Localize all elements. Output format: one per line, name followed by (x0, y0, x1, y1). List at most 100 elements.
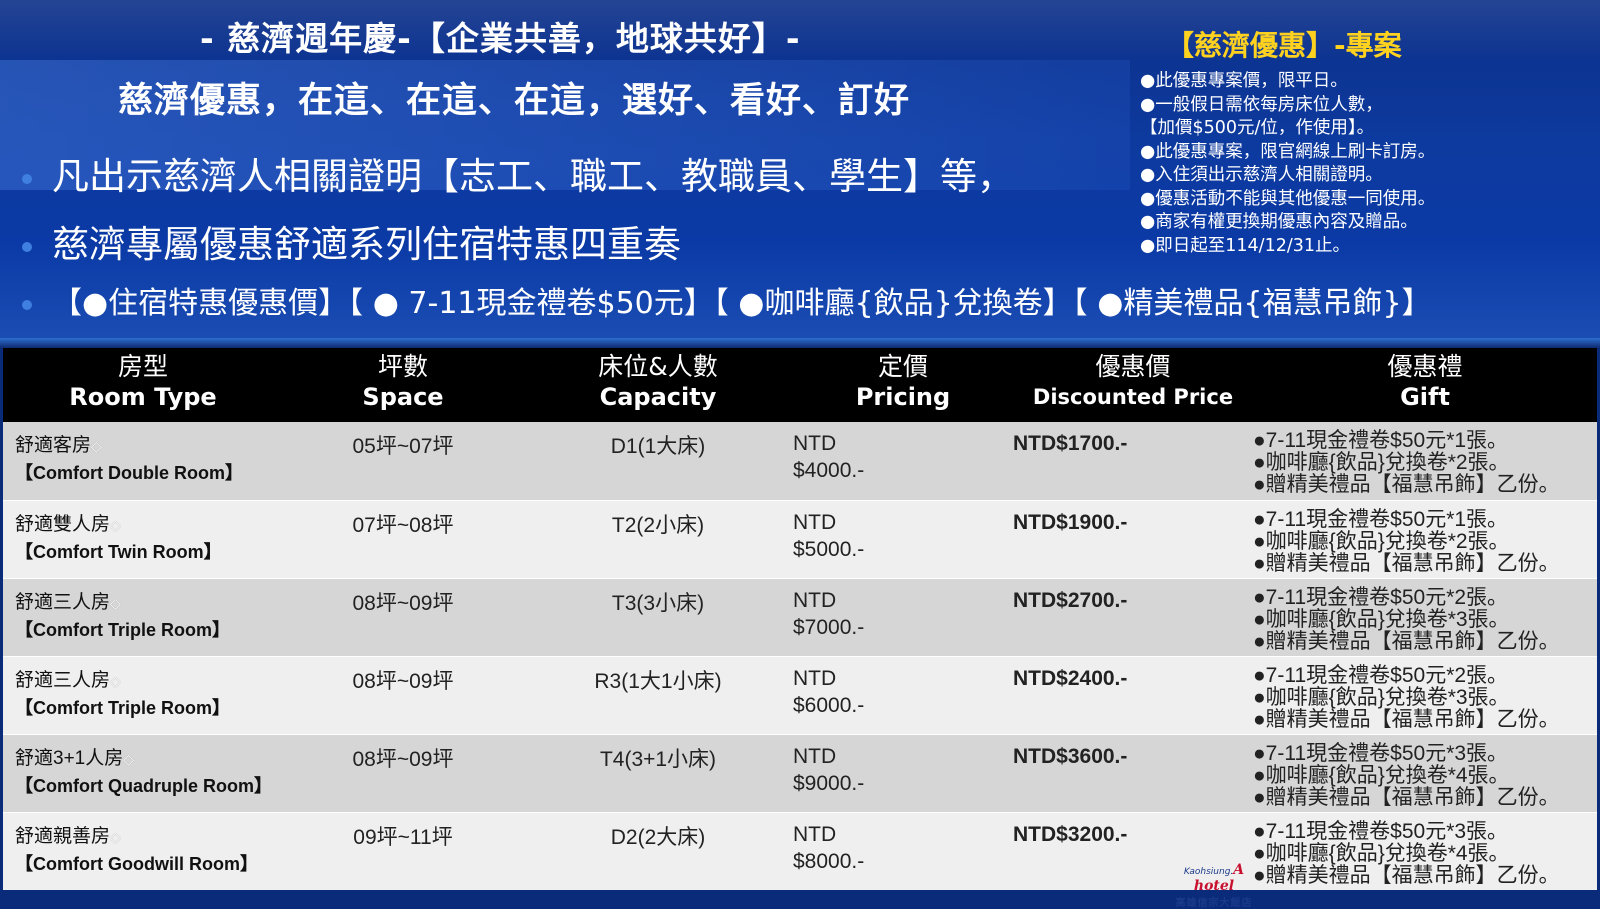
room-name-zh: 舒適雙人房◇ (15, 513, 121, 535)
price-currency: NTD (793, 588, 837, 612)
gift-item: ●7-11現金禮卷$50元*3張。 (1253, 819, 1509, 843)
offer-item: ●優惠活動不能與其他優惠一同使用。 (1140, 188, 1436, 209)
price-currency: NTD (793, 510, 837, 534)
header-discounted-price: 優惠價 Discounted Price (1032, 352, 1234, 409)
gift-cell: ●7-11現金禮卷$50元*2張。 ●咖啡廳{飲品}兌換卷*3張。 ●贈精美禮品【福… (1253, 655, 1597, 734)
table-header-row: 房型 Room Type 坪數 Space 床位&人數 Capacity 定價 Pric… (3, 348, 1597, 422)
diamond-icon: ◇ (110, 672, 121, 689)
room-name-zh: 舒適客房◇ (15, 435, 102, 456)
promo-line-3: 【●住宿特惠優惠價】【 ● 7-11現金禮卷$50元】【 ●咖啡廳{飲品}兌換卷… (0, 278, 1432, 322)
room-type-cell: 舒適親善房◇ 【Comfort Goodwill Room】 (3, 811, 283, 890)
hotel-logo: Kaohsiung.A hotel 高雄信宗大飯店 (1162, 862, 1266, 909)
gift-item: ●7-11現金禮卷$50元*2張。 (1253, 585, 1509, 609)
offer-item: 【加價$500元/位，作使用】。 (1140, 118, 1375, 138)
pricing-cell: NTD $7000.- (793, 577, 1013, 656)
discount-cell: NTD$2700.- (1013, 577, 1253, 656)
gift-item: ●咖啡廳{飲品}兌換卷*3張。 (1253, 607, 1510, 631)
gift-item: ●咖啡廳{飲品}兌換卷*4張。 (1253, 841, 1510, 865)
pricing-cell: NTD $9000.- (793, 733, 1013, 812)
space-cell: 08坪~09坪 (283, 733, 523, 812)
offer-item: ●商家有權更換期優惠內容及贈品。 (1140, 212, 1418, 232)
gift-item: ●7-11現金禮卷$50元*1張。 (1253, 429, 1509, 452)
diamond-icon: ◇ (110, 594, 121, 611)
room-type-cell: 舒適3+1人房◇ 【Comfort Quadruple Room】 (3, 733, 283, 812)
bullet-dot-icon (22, 173, 32, 184)
table-row: 舒適三人房◇ 【Comfort Triple Room】 08坪~09坪 T3(3小床… (3, 577, 1597, 656)
header-gift: 優惠禮 Gift (1387, 352, 1463, 411)
gift-item: ●贈精美禮品【福慧吊飾】乙份。 (1253, 473, 1560, 496)
room-rate-table: 房型 Room Type 坪數 Space 床位&人數 Capacity 定價 Pric… (3, 348, 1597, 890)
promo-line-2: 慈濟專屬優惠舒適系列住宿特惠四重奏 (0, 214, 681, 268)
gift-item: ●贈精美禮品【福慧吊飾】乙份。 (1253, 707, 1560, 731)
table-row: 舒適客房◇ 【Comfort Double Room】 05坪~07坪 D1(1大床)… (3, 422, 1597, 500)
offer-item: ●此優惠專案，限官網線上刷卡訂房。 (1140, 141, 1436, 162)
price-value: $7000.- (793, 615, 865, 639)
banner-edge (0, 338, 1600, 348)
table-row: 舒適三人房◇ 【Comfort Triple Room】 08坪~09坪 R3(1大1… (3, 655, 1597, 734)
capacity-cell: D2(2大床) (523, 811, 793, 890)
pricing-cell: NTD $4000.- (793, 422, 1013, 500)
capacity-cell: T2(2小床) (523, 499, 793, 578)
room-name-zh: 舒適三人房◇ (15, 669, 121, 691)
gift-cell: ●7-11現金禮卷$50元*1張。 ●咖啡廳{飲品}兌換卷*2張。 ●贈精美禮品【福… (1253, 499, 1597, 578)
room-type-cell: 舒適雙人房◇ 【Comfort Twin Room】 (3, 499, 283, 578)
gift-item: ●7-11現金禮卷$50元*3張。 (1253, 741, 1509, 765)
room-name-zh: 舒適親善房◇ (15, 825, 121, 847)
price-currency: NTD (793, 822, 837, 846)
promo-banner: - 慈濟週年慶-【企業共善，地球共好】- 慈濟優惠，在這、在這、在這，選好、看好… (0, 0, 1600, 348)
promo-line-text: 慈濟專屬優惠舒適系列住宿特惠四重奏 (52, 223, 681, 266)
header-space: 坪數 Space (362, 352, 444, 411)
gift-item: ●贈精美禮品【福慧吊飾】乙份。 (1253, 551, 1560, 575)
gift-item: ●咖啡廳{飲品}兌換卷*2張。 (1253, 529, 1510, 553)
price-currency: NTD (793, 666, 837, 690)
room-type-cell: 舒適三人房◇ 【Comfort Triple Room】 (3, 577, 283, 656)
gift-item: ●贈精美禮品【福慧吊飾】乙份。 (1253, 785, 1560, 809)
offer-item: ●即日起至114/12/31止。 (1140, 235, 1350, 256)
discount-cell: NTD$2400.- (1013, 655, 1253, 734)
price-currency: NTD (793, 432, 837, 455)
room-name-zh: 舒適3+1人房◇ (15, 747, 135, 769)
gift-cell: ●7-11現金禮卷$50元*1張。 ●咖啡廳{飲品}兌換卷*2張。 ●贈精美禮品【福… (1253, 422, 1597, 500)
gift-item: ●7-11現金禮卷$50元*1張。 (1253, 507, 1509, 531)
pricing-cell: NTD $8000.- (793, 811, 1013, 890)
room-name-en: 【Comfort Triple Room】 (15, 697, 230, 718)
promo-line-text: 凡出示慈濟人相關證明【志工、職工、教職員、學生】等， (52, 155, 1014, 198)
price-value: $8000.- (793, 849, 865, 873)
room-type-cell: 舒適客房◇ 【Comfort Double Room】 (3, 422, 283, 500)
capacity-cell: T3(3小床) (523, 577, 793, 656)
price-value: $4000.- (793, 459, 865, 482)
space-cell: 05坪~07坪 (352, 435, 454, 458)
header-capacity: 床位&人數 Capacity (598, 352, 718, 411)
promo-line-1: 凡出示慈濟人相關證明【志工、職工、教職員、學生】等， (0, 146, 1014, 200)
gift-item: ●贈精美禮品【福慧吊飾】乙份。 (1253, 629, 1560, 653)
header-pricing: 定價 Pricing (855, 352, 951, 411)
offer-item: ●此優惠專案價，限平日。 (1140, 71, 1348, 91)
diamond-icon: ◇ (123, 750, 135, 767)
gift-cell: ●7-11現金禮卷$50元*2張。 ●咖啡廳{飲品}兌換卷*3張。 ●贈精美禮品【福… (1253, 577, 1597, 656)
room-name-en: 【Comfort Triple Room】 (15, 619, 230, 640)
diamond-icon: ◇ (110, 516, 121, 533)
gift-item: ●咖啡廳{飲品}兌換卷*4張。 (1253, 763, 1510, 787)
gift-cell: ●7-11現金禮卷$50元*3張。 ●咖啡廳{飲品}兌換卷*4張。 ●贈精美禮品【福… (1253, 811, 1597, 890)
gift-item: ●咖啡廳{飲品}兌換卷*2張。 (1253, 451, 1510, 474)
capacity-cell: R3(1大1小床) (523, 655, 793, 734)
promo-line-text: 【●住宿特惠優惠價】【 ● 7-11現金禮卷$50元】【 ●咖啡廳{飲品}兌換卷… (52, 286, 1432, 321)
promo-slogan: 慈濟優惠，在這、在這、在這，選好、看好、訂好 (118, 81, 911, 121)
promo-title: - 慈濟週年慶-【企業共善，地球共好】- (200, 19, 801, 58)
capacity-cell: D1(1大床) (610, 435, 706, 458)
diamond-icon: ◇ (110, 828, 121, 845)
room-name-en: 【Comfort Goodwill Room】 (15, 853, 258, 874)
gift-item: ●贈精美禮品【福慧吊飾】乙份。 (1253, 863, 1560, 887)
logo-line-2: 高雄信宗大飯店 (1175, 898, 1253, 909)
room-type-cell: 舒適三人房◇ 【Comfort Triple Room】 (3, 655, 283, 734)
price-value: $6000.- (793, 693, 865, 717)
space-cell: 07坪~08坪 (283, 499, 523, 578)
bullet-dot-icon (22, 241, 32, 252)
diamond-icon: ◇ (91, 438, 102, 454)
offer-terms: 【慈濟優惠】-專案 ●此優惠專案價，限平日。 ●一般假日需依每房床位人數， 【加… (1140, 24, 1590, 258)
room-name-en: 【Comfort Quadruple Room】 (15, 775, 272, 796)
pricing-cell: NTD $6000.- (793, 655, 1013, 734)
price-currency: NTD (793, 744, 837, 768)
header-room-type: 房型 Room Type (69, 352, 217, 411)
offer-item: ●入住須出示慈濟人相關證明。 (1140, 165, 1383, 185)
